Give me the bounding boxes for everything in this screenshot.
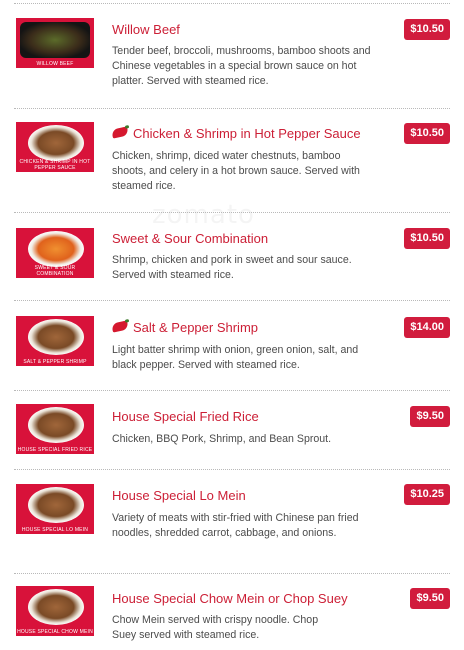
dish-name: House Special Lo Mein (112, 488, 246, 503)
dish-photo[interactable]: HOUSE SPECIAL CHOW MEIN (16, 586, 94, 636)
zomato-watermark: zomato (152, 200, 255, 230)
photo-caption: SWEET & SOUR COMBINATION (34, 265, 76, 277)
divider (14, 469, 450, 470)
dish-description: Chicken, BBQ Pork, Shrimp, and Bean Spro… (112, 433, 332, 445)
divider (14, 108, 450, 109)
chili-pepper-icon (111, 320, 129, 333)
chili-pepper-icon (111, 126, 129, 139)
dish-description: Chicken, shrimp, diced water chestnuts, … (112, 150, 360, 192)
price-badge: $9.50 (410, 588, 450, 609)
price-badge: $10.50 (404, 228, 450, 249)
divider (14, 300, 450, 301)
photo-caption: HOUSE SPECIAL LO MEIN (21, 527, 89, 533)
price-badge: $14.00 (404, 317, 450, 338)
dish-name: Willow Beef (112, 22, 180, 37)
dish-photo[interactable]: WILLOW BEEF (16, 18, 94, 68)
price-badge: $10.50 (404, 123, 450, 144)
dish-description: Variety of meats with stir-fried with Ch… (112, 512, 359, 539)
dish-name: House Special Chow Mein or Chop Suey (112, 591, 348, 606)
photo-caption: SALT & PEPPER SHRIMP (23, 359, 87, 365)
photo-caption: HOUSE SPECIAL FRIED RICE (17, 447, 93, 453)
divider (14, 212, 450, 213)
dish-name: Chicken & Shrimp in Hot Pepper Sauce (111, 126, 361, 142)
divider (14, 573, 450, 574)
dish-description: Tender beef, broccoli, mushrooms, bamboo… (112, 45, 371, 87)
price-badge: $10.50 (404, 19, 450, 40)
dish-name: Salt & Pepper Shrimp (111, 320, 258, 336)
dish-name: House Special Fried Rice (112, 409, 259, 424)
dish-photo[interactable]: SWEET & SOUR COMBINATION (16, 228, 94, 278)
dish-photo[interactable]: HOUSE SPECIAL FRIED RICE (16, 404, 94, 454)
dish-photo[interactable]: SALT & PEPPER SHRIMP (16, 316, 94, 366)
photo-caption: WILLOW BEEF (36, 61, 74, 67)
menu-list: zomato WILLOW BEEF Willow Beef Tender be… (0, 0, 464, 650)
price-badge: $10.25 (404, 484, 450, 505)
divider (14, 3, 450, 4)
dish-description: Chow Mein served with crispy noodle. Cho… (112, 614, 319, 641)
dish-description: Light batter shrimp with onion, green on… (112, 344, 359, 371)
dish-name: Sweet & Sour Combination (112, 231, 269, 246)
dish-photo[interactable]: CHICKEN & SHRIMP IN HOT PEPPER SAUCE (16, 122, 94, 172)
divider (14, 390, 450, 391)
dish-description: Shrimp, chicken and pork in sweet and so… (112, 254, 352, 281)
photo-caption: HOUSE SPECIAL CHOW MEIN (17, 629, 93, 635)
dish-photo[interactable]: HOUSE SPECIAL LO MEIN (16, 484, 94, 534)
photo-caption: CHICKEN & SHRIMP IN HOT PEPPER SAUCE (19, 159, 91, 171)
price-badge: $9.50 (410, 406, 450, 427)
